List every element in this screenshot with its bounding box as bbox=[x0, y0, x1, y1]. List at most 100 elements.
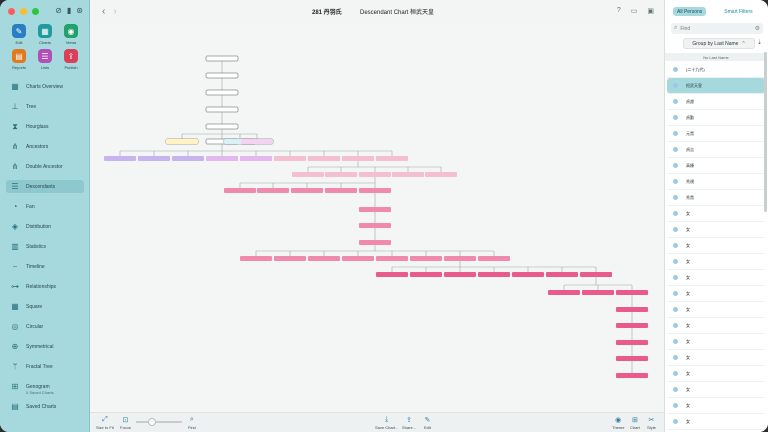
search-input[interactable] bbox=[680, 25, 751, 32]
person-node[interactable] bbox=[205, 72, 239, 79]
close-window-button[interactable] bbox=[8, 8, 15, 15]
person-node[interactable] bbox=[325, 188, 357, 193]
person-node[interactable] bbox=[138, 156, 170, 161]
person-row[interactable]: 女 bbox=[667, 286, 765, 302]
person-row[interactable]: 桓武天皇 bbox=[667, 78, 765, 94]
person-row[interactable]: 貞勤 bbox=[667, 110, 765, 126]
person-list-scrollbar[interactable] bbox=[764, 52, 767, 212]
person-node[interactable] bbox=[224, 188, 256, 193]
person-node[interactable] bbox=[376, 272, 408, 277]
person-row[interactable]: 貞慮 bbox=[667, 94, 765, 110]
person-row[interactable]: 高棟 bbox=[667, 158, 765, 174]
sidebar-item-statistics[interactable]: ▥ Statistics bbox=[6, 240, 84, 253]
sidebar-item-double-ancestor[interactable]: ⋔ Double Ancestor bbox=[6, 160, 84, 173]
person-node[interactable] bbox=[308, 256, 340, 261]
sidebar-item-tree[interactable]: ⊥ Tree bbox=[6, 100, 84, 113]
person-row[interactable]: 女 bbox=[667, 334, 765, 350]
person-node[interactable] bbox=[342, 156, 374, 161]
save-chart-button[interactable]: ⤓ Save Chart... bbox=[375, 416, 398, 430]
person-node[interactable] bbox=[376, 156, 408, 161]
inspector-toggle-icon[interactable]: ▣ bbox=[647, 7, 654, 15]
person-node[interactable] bbox=[580, 272, 612, 277]
sidebar-item-hourglass[interactable]: ⧗ Hourglass bbox=[6, 120, 84, 133]
sidebar-item-charts-overview[interactable]: ▦ Charts Overview bbox=[6, 80, 84, 93]
person-node[interactable] bbox=[342, 256, 374, 261]
person-node[interactable] bbox=[274, 256, 306, 261]
edit-button[interactable]: ✎ Edit bbox=[424, 416, 431, 430]
person-row[interactable]: 秀規 bbox=[667, 174, 765, 190]
person-node[interactable] bbox=[240, 156, 272, 161]
person-row[interactable]: 女 bbox=[667, 302, 765, 318]
person-row[interactable]: 女 bbox=[667, 238, 765, 254]
person-node[interactable] bbox=[257, 188, 289, 193]
person-row[interactable]: 女 bbox=[667, 318, 765, 334]
size-to-fit-button[interactable]: ⤢ Size to Fit bbox=[96, 416, 114, 430]
person-row[interactable]: 女 bbox=[667, 350, 765, 366]
person-node[interactable] bbox=[512, 272, 544, 277]
person-node[interactable] bbox=[241, 139, 273, 144]
focus-button[interactable]: ⊡ Focus bbox=[120, 416, 131, 430]
sort-icon[interactable]: ⇣ bbox=[757, 39, 762, 46]
sidebar-item-relationships[interactable]: ⊶ Relationships bbox=[6, 280, 84, 293]
person-node[interactable] bbox=[205, 123, 239, 130]
back-arrow-icon[interactable]: ‹ bbox=[102, 6, 105, 17]
person-node[interactable] bbox=[616, 323, 648, 328]
sidebar-item-fan[interactable]: ◔ Fan bbox=[6, 200, 84, 213]
sidebar-item-saved-charts[interactable]: ▤ Saved Charts bbox=[6, 400, 84, 413]
person-node[interactable] bbox=[478, 256, 510, 261]
group-by-select[interactable]: Group by Last Name ⌃ bbox=[683, 38, 755, 49]
person-row[interactable]: 元貴 bbox=[667, 126, 765, 142]
sidebar-item-timeline[interactable]: ⎯ Timeline bbox=[6, 260, 84, 273]
person-node[interactable] bbox=[325, 172, 357, 177]
person-row[interactable]: 女 bbox=[667, 414, 765, 430]
person-node[interactable] bbox=[444, 272, 476, 277]
person-node[interactable] bbox=[376, 256, 408, 261]
settings-icon[interactable]: ⚙ bbox=[755, 25, 760, 32]
find-button[interactable]: ⌕ Find bbox=[188, 416, 196, 430]
person-node[interactable] bbox=[410, 272, 442, 277]
maximize-window-button[interactable] bbox=[32, 8, 39, 15]
person-row[interactable]: 女 bbox=[667, 222, 765, 238]
person-node[interactable] bbox=[359, 223, 391, 228]
tab-smart-filters[interactable]: Smart Filters bbox=[720, 7, 756, 16]
sidebar-item-fractal-tree[interactable]: ᛘ Fractal Tree bbox=[6, 360, 84, 373]
lists-action-button[interactable]: ☰ Lists bbox=[32, 49, 58, 70]
person-node[interactable] bbox=[392, 172, 424, 177]
person-node[interactable] bbox=[410, 256, 442, 261]
help-icon[interactable]: ? bbox=[617, 7, 621, 15]
publish-action-button[interactable]: ⇪ Publish bbox=[58, 49, 84, 70]
person-node[interactable] bbox=[205, 89, 239, 96]
person-node[interactable] bbox=[308, 156, 340, 161]
person-node[interactable] bbox=[548, 290, 580, 295]
bookmark-icon[interactable]: ▮ bbox=[67, 6, 71, 15]
sidebar-item-descendants[interactable]: ☰ Descendants bbox=[6, 180, 84, 193]
person-node[interactable] bbox=[359, 240, 391, 245]
person-node[interactable] bbox=[240, 256, 272, 261]
person-node[interactable] bbox=[359, 188, 391, 193]
person-row[interactable]: 秀貴 bbox=[667, 190, 765, 206]
person-node[interactable] bbox=[616, 373, 648, 378]
person-node[interactable] bbox=[444, 256, 476, 261]
person-node[interactable] bbox=[292, 172, 324, 177]
sidebar-item-circular[interactable]: ◎ Circular bbox=[6, 320, 84, 333]
person-node[interactable] bbox=[616, 356, 648, 361]
person-row[interactable]: 女 bbox=[667, 382, 765, 398]
person-row[interactable]: 女 bbox=[667, 398, 765, 414]
person-node[interactable] bbox=[291, 188, 323, 193]
person-node[interactable] bbox=[205, 55, 239, 62]
chart-button[interactable]: ⊞ Chart bbox=[630, 416, 640, 430]
person-row[interactable]: 女 bbox=[667, 366, 765, 382]
filter-icon[interactable]: ⊛ bbox=[76, 6, 83, 15]
person-row[interactable]: 女 bbox=[667, 270, 765, 286]
sidebar-item-square[interactable]: ▦ Square bbox=[6, 300, 84, 313]
minimize-window-button[interactable] bbox=[20, 8, 27, 15]
views-action-button[interactable]: ◉ Views bbox=[58, 24, 84, 45]
person-node[interactable] bbox=[546, 272, 578, 277]
person-node[interactable] bbox=[274, 156, 306, 161]
person-row[interactable]: 女 bbox=[667, 254, 765, 270]
theme-button[interactable]: ◉ Theme bbox=[612, 416, 624, 430]
person-node[interactable] bbox=[172, 156, 204, 161]
sidebar-item-symmetrical[interactable]: ⊕ Symmetrical bbox=[6, 340, 84, 353]
person-row[interactable]: 女 bbox=[667, 206, 765, 222]
person-row[interactable]: 貞吉 bbox=[667, 142, 765, 158]
